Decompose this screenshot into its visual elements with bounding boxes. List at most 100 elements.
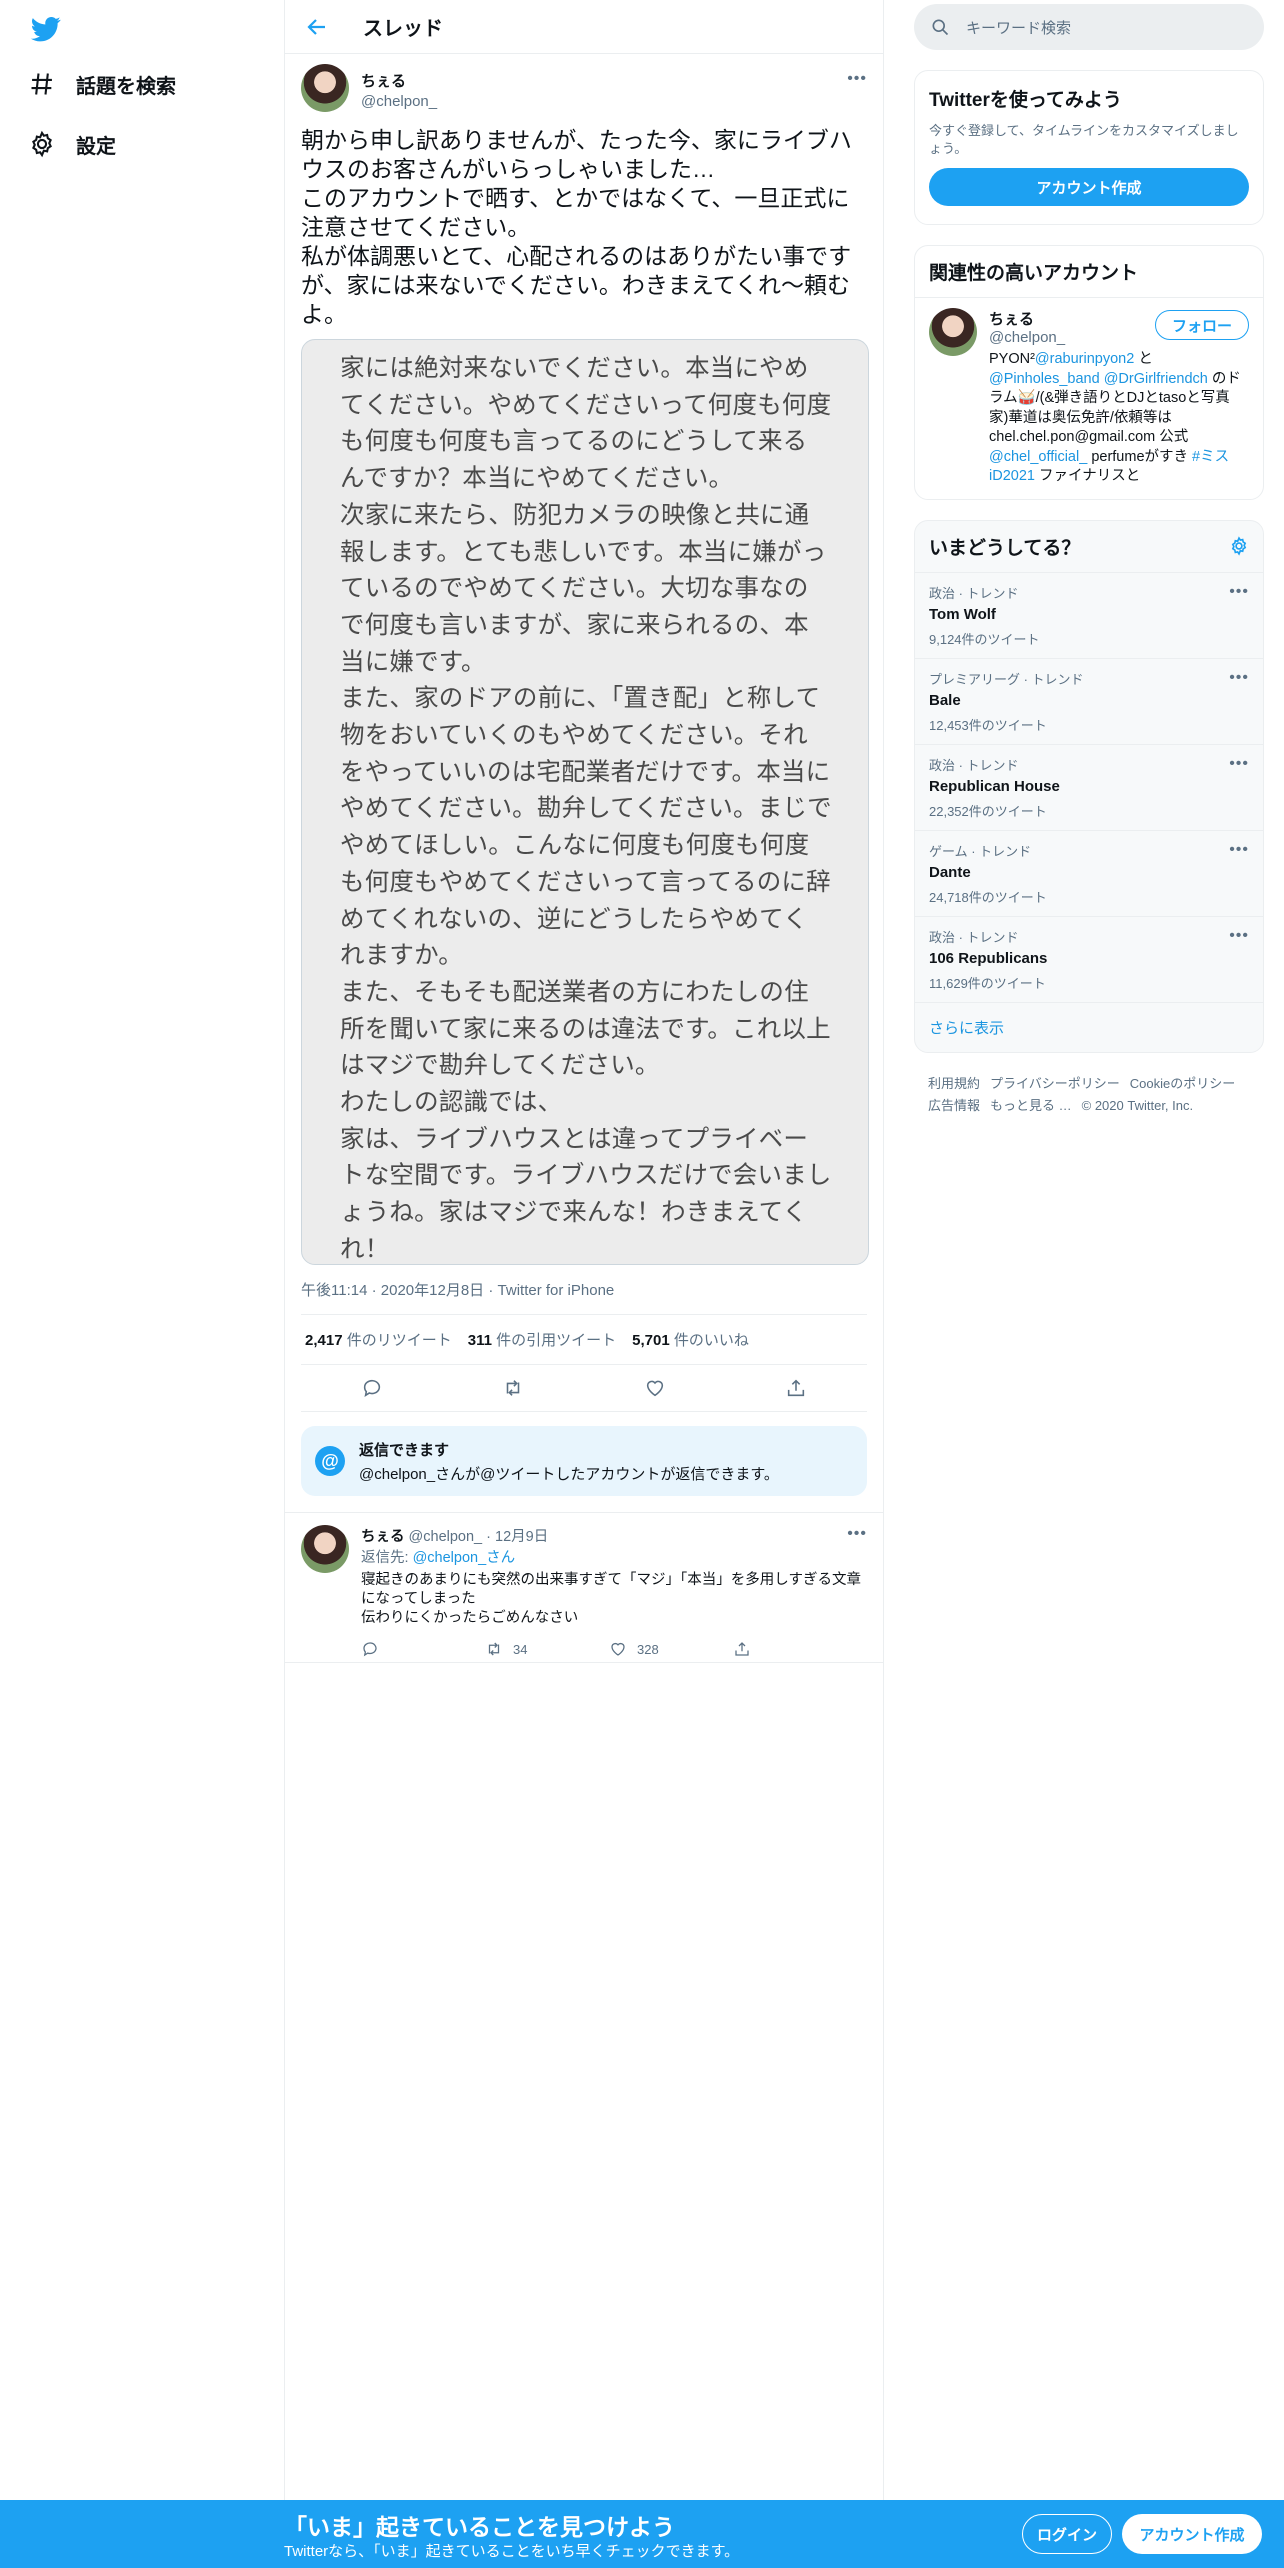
likes-count: 5,701 [632,1332,670,1349]
trends-panel: いまどうしてる？ 政治 · トレンド Tom Wolf 9,124件のツイート … [914,519,1264,1053]
footer-ads-info[interactable]: 広告情報 [928,1098,980,1113]
bio-link[interactable]: @raburinpyon2 [1035,351,1134,367]
trend-more-icon[interactable]: ••• [1229,669,1249,687]
nav-explore[interactable]: 話題を検索 [28,64,176,104]
trend-more-icon[interactable]: ••• [1229,583,1249,601]
trend-count: 12,453件のツイート [929,717,1047,733]
reply-author-handle[interactable]: @chelpon_ [409,1529,483,1545]
reply-icon[interactable] [361,1377,383,1399]
related-title: 関連性の高いアカウント [915,246,1263,298]
reply-share-action[interactable] [733,1640,857,1658]
trend-category: 政治 · トレンド [929,585,1019,601]
tweet-author[interactable]: ちぇる @chelpon_ [361,70,437,110]
trend-item[interactable]: 政治 · トレンド Tom Wolf 9,124件のツイート ••• [915,573,1263,659]
reply-like-count: 328 [637,1641,659,1657]
tweet-date[interactable]: 2020年12月8日 [381,1282,484,1299]
retweets-stat[interactable]: 2,417 件のリツイート [305,1329,452,1350]
footer-cookies[interactable]: Cookieのポリシー [1130,1076,1235,1091]
main-column: スレッド ちぇる @chelpon_ ••• 朝から申し訳ありませんが、たった今… [284,0,884,2500]
footer-more[interactable]: もっと見る … [990,1098,1072,1113]
main-tweet: ちぇる @chelpon_ ••• 朝から申し訳ありませんが、たった今、家にライ… [285,54,883,1496]
trend-more-icon[interactable]: ••• [1229,841,1249,859]
trend-name: Tom Wolf [929,605,996,623]
reply-to-label: 返信先: [361,1550,409,1566]
quotes-label: 件の引用ツイート [496,1332,617,1349]
create-account-button[interactable]: アカウント作成 [929,168,1249,206]
back-arrow-icon[interactable] [305,15,329,39]
trend-item[interactable]: 政治 · トレンド 106 Republicans 11,629件のツイート •… [915,917,1263,1003]
retweets-label: 件のリツイート [346,1332,452,1349]
footer-terms[interactable]: 利用規約 [928,1076,980,1091]
tweet-text: 朝から申し訳ありませんが、たった今、家にライブハウスのお客さんがいらっしゃいまし… [301,127,852,327]
trend-count: 24,718件のツイート [929,889,1047,905]
share-icon [735,1642,749,1656]
retweet-icon [488,1642,500,1656]
reply-reply-action[interactable] [361,1640,485,1658]
share-icon[interactable] [785,1377,807,1399]
quotes-stat[interactable]: 311 件の引用ツイート [468,1329,616,1350]
reply-more-options-icon[interactable]: ••• [847,1525,867,1543]
reply-to-handle[interactable]: @chelpon_さん [413,1550,516,1566]
footer-copyright: © 2020 Twitter, Inc. [1081,1097,1194,1113]
tweet-meta: 午後11:14 · 2020年12月8日 · Twitter for iPhon… [301,1279,867,1315]
page-header: スレッド [285,0,883,54]
trend-item[interactable]: プレミアリーグ · トレンド Bale 12,453件のツイート ••• [915,659,1263,745]
bio-link[interactable]: @Pinholes_band [989,371,1100,387]
tweet-actions [301,1365,867,1412]
avatar[interactable] [301,64,349,112]
gear-icon[interactable] [1229,536,1249,556]
related-account[interactable]: ちぇる @chelpon_ フォロー PYON²@raburinpyon2 と … [915,298,1263,499]
reply-author-line: ちぇる @chelpon_ · 12月9日 [361,1529,549,1545]
bio-link[interactable]: @DrGirlfriendch [1104,371,1208,387]
page-title: スレッド [363,18,443,40]
like-icon[interactable] [644,1377,666,1399]
search-input[interactable]: キーワード検索 [966,17,1071,38]
tweet-image[interactable]: 家には絶対来ないでください。本当にやめてください。やめてくださいって何度も何度も… [301,339,869,1265]
trend-name: Dante [929,863,971,881]
nav-explore-label: 話題を検索 [76,75,176,98]
trend-count: 22,352件のツイート [929,803,1047,819]
tweet-source[interactable]: Twitter for iPhone [498,1282,615,1299]
twitter-bird-icon[interactable] [28,14,64,44]
author-name: ちぇる [361,73,407,90]
likes-stat[interactable]: 5,701 件のいいね [632,1329,749,1350]
reply-like-action[interactable]: 328 [609,1640,733,1658]
trend-item[interactable]: 政治 · トレンド Republican House 22,352件のツイート … [915,745,1263,831]
bio-link[interactable]: @chel_official_ [989,449,1087,465]
footer-privacy[interactable]: プライバシーポリシー [990,1076,1120,1091]
login-button[interactable]: ログイン [1022,2514,1112,2554]
search-bar[interactable]: キーワード検索 [914,4,1264,50]
trend-more-icon[interactable]: ••• [1229,755,1249,773]
trend-count: 11,629件のツイート [929,975,1046,991]
trend-item[interactable]: ゲーム · トレンド Dante 24,718件のツイート ••• [915,831,1263,917]
reply-tweet[interactable]: ••• ちぇる @chelpon_ · 12月9日 返信先: @chelpon_… [285,1513,883,1663]
reply-text: 寝起きのあまりにも突然の出来事すぎて「マジ」「本当」を多用しすぎる文章になってし… [361,1572,861,1626]
image-text: 家には絶対来ないでください。本当にやめてください。やめてくださいって何度も何度も… [340,353,832,1263]
related-accounts-panel: 関連性の高いアカウント ちぇる @chelpon_ フォロー PYON²@rab… [914,245,1264,500]
nav-settings[interactable]: 設定 [28,124,116,164]
trend-count: 9,124件のツイート [929,631,1040,647]
retweet-icon[interactable] [502,1377,524,1399]
footer-links: 利用規約 プライバシーポリシー Cookieのポリシー 広告情報 もっと見る … © 2… [914,1073,1264,1117]
follow-button[interactable]: フォロー [1154,310,1249,340]
reply-retweet-count: 34 [513,1641,528,1657]
trend-category: プレミアリーグ · トレンド [929,671,1084,687]
hashtag-icon [31,73,52,95]
reply-notice-title: 返信できます [359,1441,450,1459]
bio-text: PYON² [989,351,1035,367]
reply-date[interactable]: 12月9日 [495,1529,548,1545]
reply-author-name[interactable]: ちぇる [361,1529,405,1545]
reply-retweet-action[interactable]: 34 [485,1640,609,1658]
reply-avatar[interactable] [301,1525,349,1573]
related-name: ちぇる [989,311,1035,328]
retweets-count: 2,417 [305,1332,343,1349]
bio-text: ファイナリスと [1034,468,1141,484]
trend-more-icon[interactable]: ••• [1229,927,1249,945]
more-options-icon[interactable]: ••• [847,70,867,88]
show-more-link[interactable]: さらに表示 [915,1003,1263,1052]
bio-text: perfumeがすき [1087,448,1193,465]
related-avatar[interactable] [929,308,977,356]
signup-button[interactable]: アカウント作成 [1122,2514,1262,2554]
tweet-time[interactable]: 午後11:14 [301,1282,367,1299]
reply-icon [363,1642,377,1657]
